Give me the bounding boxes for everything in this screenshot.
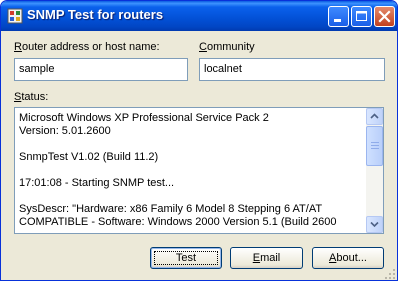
status-line: SnmpTest V1.02 (Build 11.2) <box>19 151 159 163</box>
scrollbar-thumb[interactable] <box>366 126 383 166</box>
status-line <box>19 164 367 177</box>
email-button[interactable]: Email <box>230 247 303 269</box>
about-button[interactable]: About... <box>312 247 384 269</box>
close-button[interactable] <box>374 6 395 27</box>
router-address-input[interactable]: sample <box>14 58 188 81</box>
title-bar[interactable]: SNMP Test for routers <box>1 1 397 31</box>
status-line <box>19 138 367 151</box>
test-button[interactable]: Test <box>150 247 222 269</box>
status-line: 17:01:08 - Starting SNMP test... <box>19 177 175 189</box>
status-line: Microsoft Windows XP Professional Servic… <box>19 112 269 124</box>
status-line: COMPATIBLE - Software: Windows 2000 Vers… <box>19 216 337 228</box>
vertical-scrollbar[interactable] <box>366 108 383 233</box>
dialog-content: Router address or host name: sample Comm… <box>1 31 397 280</box>
maximize-button[interactable] <box>351 6 372 27</box>
thumb-grip-line <box>371 148 379 149</box>
router-address-label: Router address or host name: <box>14 41 160 53</box>
status-log: Microsoft Windows XP Professional Servic… <box>19 112 367 229</box>
status-textarea[interactable]: Microsoft Windows XP Professional Servic… <box>14 107 384 234</box>
snmp-test-window: SNMP Test for routers Router address or … <box>0 0 398 281</box>
scroll-up-button[interactable] <box>366 108 383 125</box>
minimize-button[interactable] <box>328 6 349 27</box>
close-icon <box>378 10 391 23</box>
router-address-hotkey: R <box>14 41 22 53</box>
thumb-grip-line <box>371 145 379 146</box>
community-hotkey: C <box>199 41 207 53</box>
network-icon <box>7 8 23 24</box>
status-line <box>19 190 367 203</box>
maximize-icon <box>356 11 367 21</box>
community-label: Community <box>199 41 255 53</box>
status-label: Status: <box>14 91 49 103</box>
community-input[interactable]: localnet <box>199 58 385 81</box>
status-line: SysDescr: "Hardware: x86 Family 6 Model … <box>19 203 323 215</box>
minimize-icon <box>334 19 341 22</box>
status-line: Version: 5.01.2600 <box>19 125 111 137</box>
scroll-up-arrow-icon <box>370 113 379 119</box>
resize-grip-icon[interactable] <box>384 268 396 280</box>
thumb-grip-line <box>371 142 379 143</box>
scroll-down-arrow-icon <box>370 221 379 228</box>
window-title: SNMP Test for routers <box>27 7 164 22</box>
email-hotkey: E <box>252 252 261 264</box>
focus-rectangle <box>154 251 218 265</box>
scroll-down-button[interactable] <box>366 216 383 233</box>
